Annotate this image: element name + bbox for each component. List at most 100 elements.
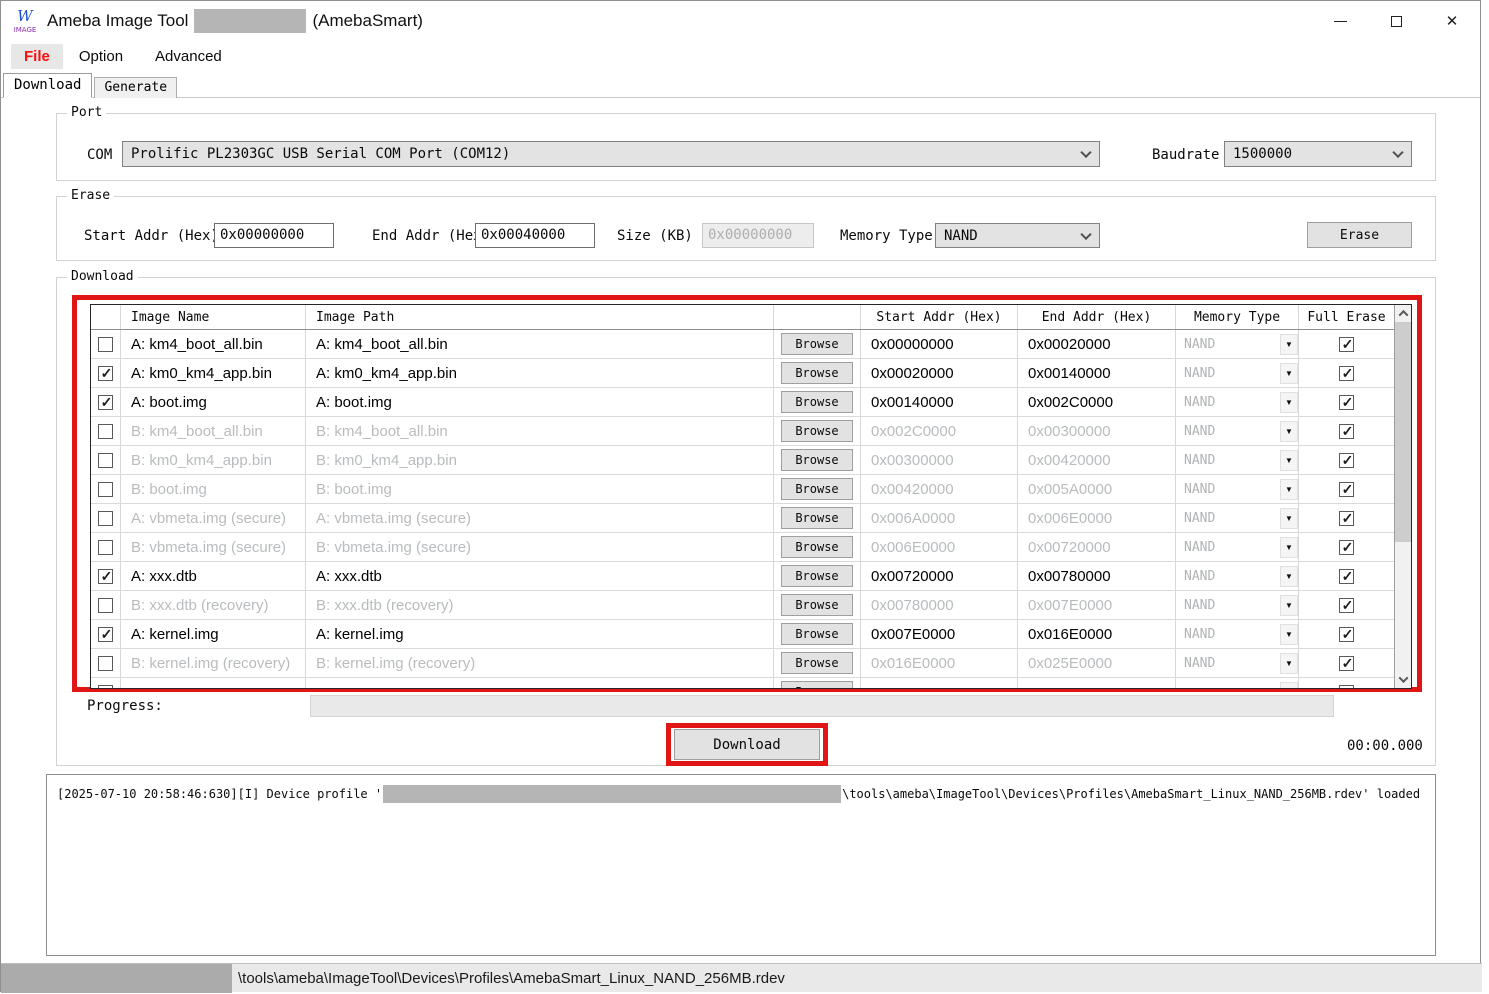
full-erase-checkbox[interactable]	[1339, 511, 1354, 526]
memory-dropdown-button[interactable]: ▼	[1280, 624, 1298, 645]
browse-button[interactable]: Browse	[781, 623, 853, 645]
tab-generate[interactable]: Generate	[94, 77, 177, 98]
start-addr-cell: 0x006A0000	[871, 510, 955, 527]
memory-type-value: NAND	[1176, 511, 1215, 526]
full-erase-checkbox[interactable]	[1339, 685, 1354, 689]
image-path-cell: B: vbmeta.img (secure)	[316, 539, 471, 556]
row-select-checkbox[interactable]	[98, 395, 113, 410]
browse-button[interactable]: Browse	[781, 652, 853, 674]
menu-file[interactable]: File	[11, 44, 63, 69]
log-line-suffix: \tools\ameba\ImageTool\Devices\Profiles\…	[842, 787, 1420, 801]
baudrate-select[interactable]: 1500000	[1224, 141, 1412, 167]
chevron-up-icon	[1398, 310, 1408, 320]
memory-dropdown-button[interactable]: ▼	[1280, 334, 1298, 355]
elapsed-timer: 00:00.000	[1347, 738, 1423, 754]
memory-dropdown-button[interactable]: ▼	[1280, 653, 1298, 674]
full-erase-checkbox[interactable]	[1339, 395, 1354, 410]
erase-memory-select[interactable]: NAND	[935, 223, 1100, 248]
browse-button[interactable]: Browse	[781, 420, 853, 442]
memory-dropdown-button[interactable]: ▼	[1280, 479, 1298, 500]
svg-text:IMAGE: IMAGE	[14, 26, 37, 34]
browse-button[interactable]: Browse	[781, 449, 853, 471]
log-redaction-block	[383, 785, 841, 803]
memory-dropdown-button[interactable]: ▼	[1280, 682, 1298, 689]
memory-type-value: NAND	[1176, 395, 1215, 410]
full-erase-checkbox[interactable]	[1339, 627, 1354, 642]
memory-dropdown-button[interactable]: ▼	[1280, 566, 1298, 587]
menu-option[interactable]: Option	[63, 44, 139, 69]
full-erase-checkbox[interactable]	[1339, 366, 1354, 381]
erase-button[interactable]: Erase	[1307, 222, 1412, 248]
path-cell: B: km0_km4_app.bin	[306, 446, 774, 474]
start-addr-cell: 0x00140000	[871, 394, 954, 411]
title-redaction-block	[194, 9, 306, 33]
maximize-icon	[1391, 16, 1402, 27]
path-cell: B: boot.img	[306, 475, 774, 503]
full-erase-checkbox[interactable]	[1339, 453, 1354, 468]
memory-dropdown-button[interactable]: ▼	[1280, 392, 1298, 413]
start-cell: 0x00780000	[861, 591, 1018, 619]
row-select-checkbox[interactable]	[98, 424, 113, 439]
name-cell: B: km4_boot_all.bin	[121, 417, 306, 445]
maximize-button[interactable]	[1368, 1, 1424, 41]
browse-button[interactable]: Browse	[781, 507, 853, 529]
browse-button[interactable]: Browse	[781, 681, 853, 688]
com-port-select[interactable]: Prolific PL2303GC USB Serial COM Port (C…	[122, 141, 1100, 167]
memory-dropdown-button[interactable]: ▼	[1280, 537, 1298, 558]
log-line-prefix: [2025-07-10 20:58:46:630][I] Device prof…	[57, 787, 382, 801]
scrollbar-thumb[interactable]	[1395, 322, 1411, 542]
scrollbar-track[interactable]	[1395, 322, 1411, 671]
row-select-checkbox[interactable]	[98, 482, 113, 497]
memory-cell: NAND ▼	[1176, 388, 1299, 416]
select-cell	[91, 620, 121, 648]
full-erase-checkbox[interactable]	[1339, 540, 1354, 555]
row-select-checkbox[interactable]	[98, 540, 113, 555]
row-select-checkbox[interactable]	[98, 453, 113, 468]
full-erase-checkbox[interactable]	[1339, 337, 1354, 352]
memory-dropdown-button[interactable]: ▼	[1280, 450, 1298, 471]
browse-button[interactable]: Browse	[781, 362, 853, 384]
erase-end-input[interactable]: 0x00040000	[475, 223, 595, 248]
tab-download[interactable]: Download	[3, 73, 92, 98]
erase-start-input[interactable]: 0x00000000	[214, 223, 334, 248]
row-select-checkbox[interactable]	[98, 627, 113, 642]
row-select-checkbox[interactable]	[98, 685, 113, 689]
end-cell: 0x025E0000	[1018, 649, 1176, 677]
select-cell	[91, 475, 121, 503]
menu-advanced[interactable]: Advanced	[139, 44, 238, 69]
browse-button[interactable]: Browse	[781, 478, 853, 500]
browse-button[interactable]: Browse	[781, 565, 853, 587]
browse-button[interactable]: Browse	[781, 594, 853, 616]
row-select-checkbox[interactable]	[98, 511, 113, 526]
row-select-checkbox[interactable]	[98, 598, 113, 613]
memory-dropdown-button[interactable]: ▼	[1280, 363, 1298, 384]
row-select-checkbox[interactable]	[98, 337, 113, 352]
full-erase-checkbox[interactable]	[1339, 424, 1354, 439]
browse-button[interactable]: Browse	[781, 333, 853, 355]
close-button[interactable]: ✕	[1424, 1, 1480, 41]
row-select-checkbox[interactable]	[98, 569, 113, 584]
full-erase-checkbox[interactable]	[1339, 569, 1354, 584]
table-scrollbar[interactable]	[1394, 305, 1411, 688]
header-browse	[774, 305, 861, 329]
download-button[interactable]: Download	[674, 729, 820, 760]
scroll-up-button[interactable]	[1395, 305, 1411, 322]
memory-dropdown-button[interactable]: ▼	[1280, 508, 1298, 529]
port-legend: Port	[67, 105, 106, 120]
memory-dropdown-button[interactable]: ▼	[1280, 421, 1298, 442]
memory-type-value: NAND	[1176, 337, 1215, 352]
memory-type-value: NAND	[1176, 540, 1215, 555]
row-select-checkbox[interactable]	[98, 656, 113, 671]
browse-button[interactable]: Browse	[781, 536, 853, 558]
memory-dropdown-button[interactable]: ▼	[1280, 595, 1298, 616]
row-select-checkbox[interactable]	[98, 366, 113, 381]
image-path-cell: A: km0_km4_app.bin	[316, 365, 457, 382]
full-erase-checkbox[interactable]	[1339, 598, 1354, 613]
full-erase-checkbox[interactable]	[1339, 656, 1354, 671]
full-erase-checkbox[interactable]	[1339, 482, 1354, 497]
scroll-down-button[interactable]	[1395, 671, 1411, 688]
end-addr-cell: 0x00720000	[1028, 539, 1111, 556]
browse-button[interactable]: Browse	[781, 391, 853, 413]
name-cell: B: boot.img	[121, 475, 306, 503]
minimize-button[interactable]	[1312, 1, 1368, 41]
